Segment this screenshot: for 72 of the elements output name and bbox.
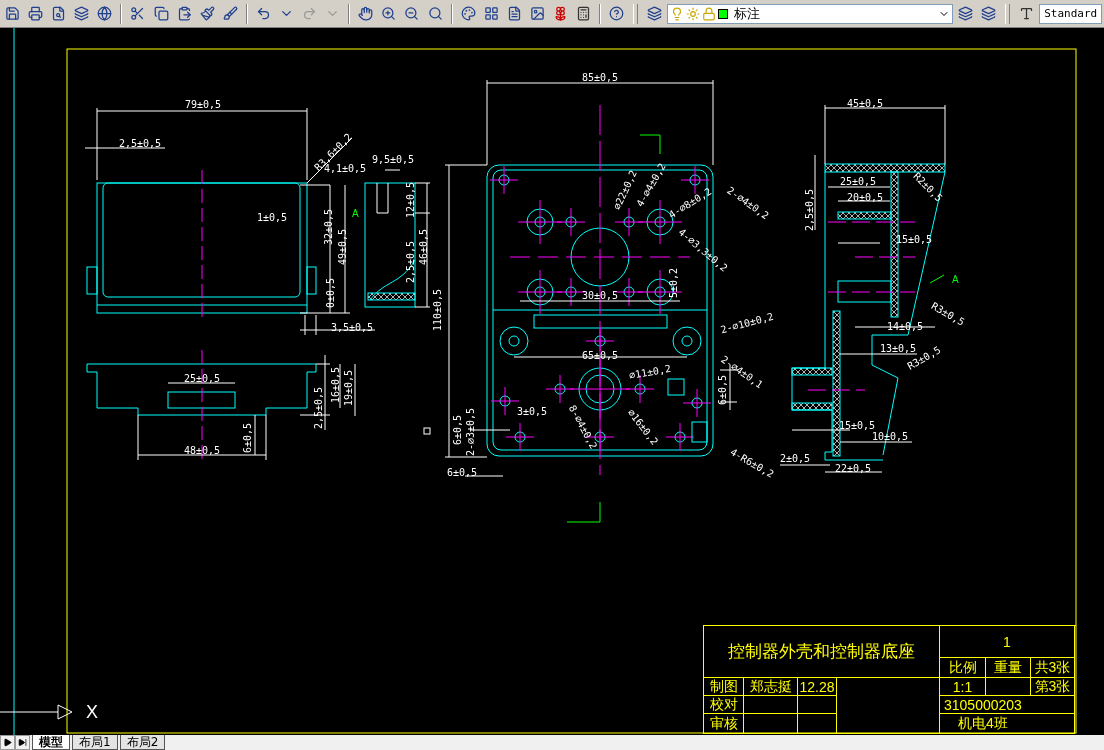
dimension-text: 85±0,5 [581,71,619,83]
dimension-text: 45±0,5 [846,97,884,109]
dimension-text: 49±0,5 [336,228,348,266]
dimension-text: 65±0,5 [581,349,619,361]
dimension-text: 1±0,5 [256,211,288,223]
ucs-axis-icon [0,704,73,720]
layer-name: 标注 [734,4,762,23]
sun-icon [686,6,701,21]
dimension-text: 9,5±0,5 [371,153,415,165]
dimension-text: 22±0,5 [834,462,872,474]
last-tab-button[interactable] [15,735,30,750]
dimension-text: 20±0,5 [846,191,884,203]
drawing-number: 1 [940,626,1075,658]
layout-tab[interactable]: 布局1 [72,735,118,750]
dimension-text: 2,5±0,5 [404,240,416,284]
signoff-date: 12.28 [798,678,837,696]
dimension-text: 6±0,5 [451,414,463,446]
layout-tab[interactable]: 布局2 [119,735,166,750]
role-label: 审核 [704,714,744,734]
color-swatch-icon [718,8,729,19]
dimension-text: 30±0,5 [581,289,619,301]
dimension-text: 6±0,5 [241,422,253,454]
dimension-text: 5±0,2 [667,267,679,299]
dimension-text: 16±0,5 [329,366,341,404]
skip-end-icon [18,738,27,747]
dimension-text: 2±0,5 [779,452,811,464]
sheet-number: 第3张 [1031,678,1075,696]
role-label: 校对 [704,696,744,714]
dimension-text: 2,5±0,5 [118,137,162,149]
dimension-text: 32±0,5 [322,208,334,246]
scale-value: 1:1 [940,678,986,696]
dimension-text: 2,5±0,5 [803,188,815,232]
view-label: A [352,208,359,219]
layout-tab[interactable]: 模型 [32,735,70,750]
view-label: A [952,274,959,285]
dimension-text: 25±0,5 [839,175,877,187]
dimension-text: 19±0,5 [342,369,354,407]
signoff-name [744,696,798,714]
part-code: 3105000203 [940,696,1075,714]
signoff-date [798,714,837,734]
dimension-text: 3±0,5 [516,405,548,417]
point-marker [423,427,431,435]
signoff-name: 郑志挺 [744,678,798,696]
dimension-text: 12±0,5 [404,181,416,219]
lock-icon [702,6,717,21]
text-style-field[interactable]: Standard [1039,3,1103,24]
layer-dropdown[interactable]: 标注 [667,3,953,24]
title-block-cell [986,678,1031,696]
dimension-text: 46±0,5 [417,228,429,266]
dimension-text: 48±0,5 [183,444,221,456]
axis-label: X [86,702,98,722]
class-name: 机电4班 [940,714,1075,734]
dimension-text: 110±0,5 [431,288,443,332]
next-tab-button[interactable] [0,735,15,750]
dimension-text: ⌀11±0,2 [628,362,672,382]
drawing-title: 控制器外壳和控制器底座 [704,626,940,678]
dimension-text: 6±0,5 [446,466,478,478]
dimension-text: 3,5±0,5 [330,321,374,333]
role-label: 制图 [704,678,744,696]
signoff-date [798,696,837,714]
play-icon [3,738,12,747]
dimension-text: 2-⌀3±0,5 [464,407,476,457]
dimension-text: 2,5±0,5 [312,386,324,430]
dimension-text: 15±0,5 [838,419,876,431]
scale-label: 比例 [940,658,986,678]
dimension-text: 10±0,5 [871,430,909,442]
sheets-total: 共3张 [1031,658,1075,678]
weight-label: 重量 [986,658,1031,678]
signoff-name [744,714,798,734]
dimension-text: 25±0,5 [183,372,221,384]
dimension-text: 79±0,5 [184,98,222,110]
dimension-text: 0±0,5 [324,277,336,309]
